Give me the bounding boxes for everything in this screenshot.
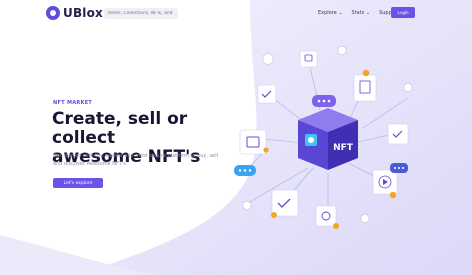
nav-explore[interactable]: Explore ⌄ [318,10,343,16]
nav-stats[interactable]: Stats ⌄ [352,10,371,16]
search-input[interactable] [104,8,178,19]
hero-description: Get started with the easiest and most se… [53,153,219,167]
play-card-icon [372,169,398,195]
check-card-icon [387,123,409,145]
top-navbar: UBlox Explore ⌄ Stats ⌄ Supports ⌄ Login [0,0,472,28]
logo-text: UBlox [63,6,103,20]
check-card-icon [257,84,277,104]
logo-icon [46,6,60,20]
hero-title-line1: Create, sell or collect [52,109,188,148]
login-button[interactable]: Login [391,7,415,18]
hero-eyebrow: NFT MARKET [53,100,93,106]
explore-button[interactable]: Let's explore [53,178,103,188]
nft-label: NFT [333,143,354,153]
image-card-icon [299,50,318,68]
check-card-icon [271,189,299,217]
logo[interactable]: UBlox [46,6,103,20]
chat-bubble-icon [312,95,336,107]
document-card-icon [353,74,377,102]
chat-bubble-icon [390,163,408,173]
image-card-icon [315,205,337,227]
nft-network-illustration: NFT [234,45,413,229]
nft-cube-icon: NFT [298,108,358,170]
